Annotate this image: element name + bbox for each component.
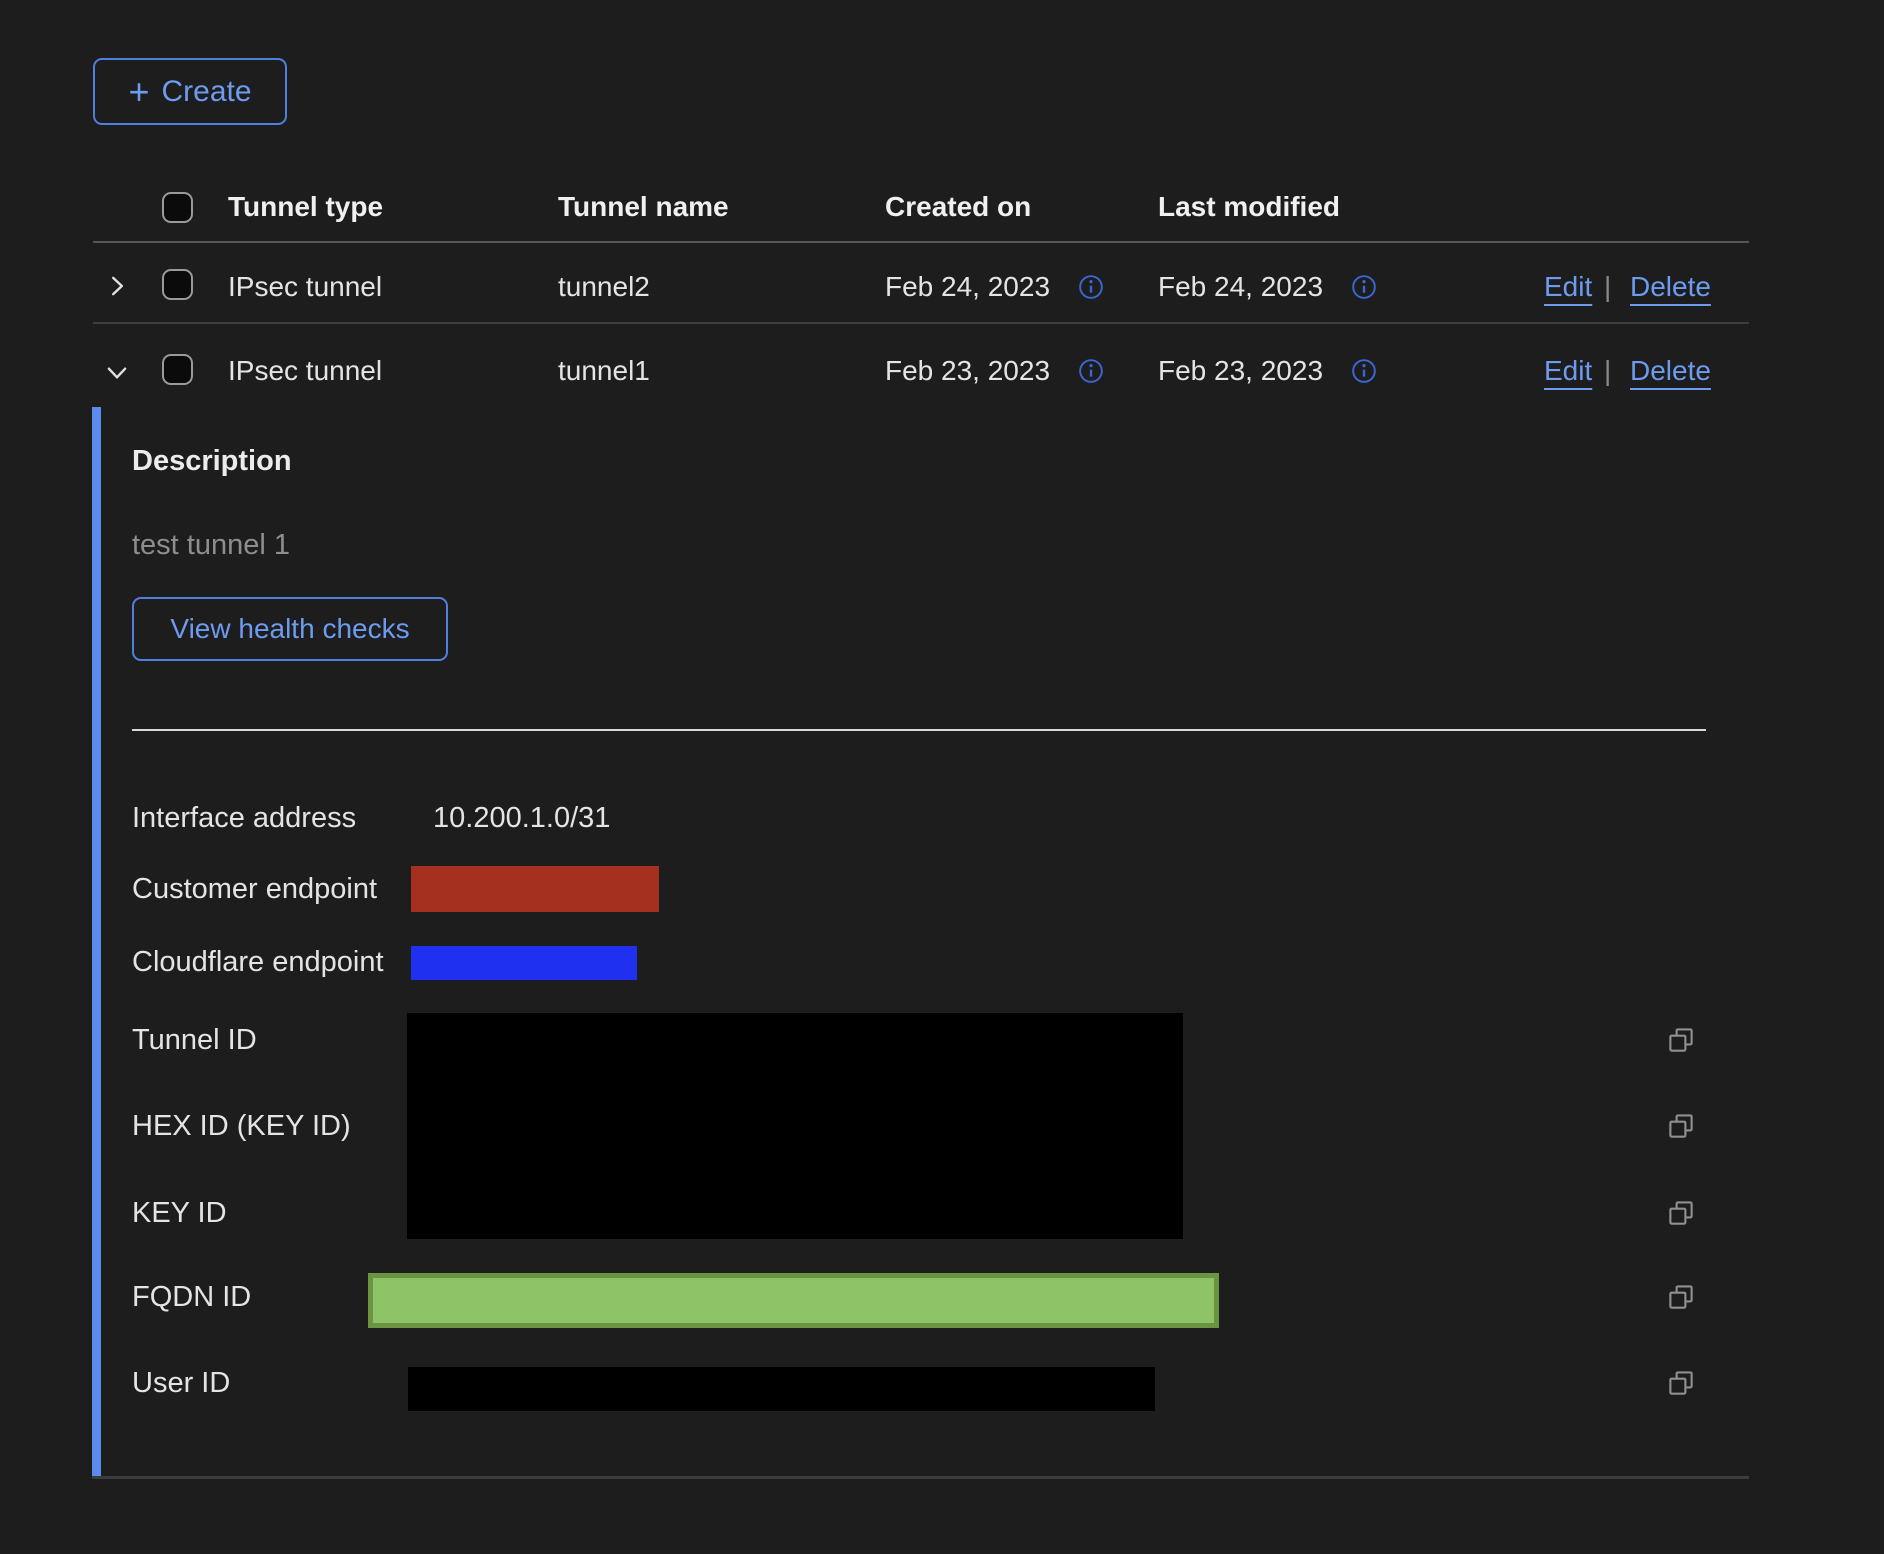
create-button[interactable]: + Create — [93, 58, 287, 125]
action-separator: | — [1604, 270, 1611, 304]
copy-icon[interactable] — [1666, 1198, 1696, 1233]
info-icon[interactable] — [1351, 274, 1377, 305]
details-divider — [132, 729, 1706, 731]
create-button-label: Create — [161, 75, 251, 109]
copy-icon[interactable] — [1666, 1282, 1696, 1317]
info-icon[interactable] — [1351, 358, 1377, 389]
tunnel-type-cell: IPsec tunnel — [228, 354, 382, 388]
created-on-cell: Feb 24, 2023 — [885, 270, 1050, 304]
fqdn-id-redacted-value — [368, 1273, 1219, 1328]
info-icon[interactable] — [1078, 358, 1104, 389]
fqdn-id-label: FQDN ID — [132, 1280, 251, 1314]
user-id-label: User ID — [132, 1366, 230, 1400]
column-header-last-modified: Last modified — [1158, 190, 1340, 224]
created-on-cell: Feb 23, 2023 — [885, 354, 1050, 388]
table-row: IPsec tunnel tunnel1 Feb 23, 2023 Feb 23… — [0, 324, 1884, 408]
view-health-checks-button[interactable]: View health checks — [132, 597, 448, 661]
tunnel-name-cell: tunnel1 — [558, 354, 650, 388]
tunnel-id-redacted-value — [407, 1013, 1183, 1239]
customer-endpoint-redacted-value — [411, 866, 659, 912]
cloudflare-endpoint-redacted-value — [411, 946, 637, 980]
delete-link[interactable]: Delete — [1630, 270, 1711, 304]
plus-icon: + — [128, 77, 149, 107]
chevron-right-icon[interactable] — [104, 273, 130, 304]
edit-link[interactable]: Edit — [1544, 270, 1592, 304]
user-id-redacted-value — [408, 1367, 1155, 1411]
description-value: test tunnel 1 — [132, 528, 290, 562]
table-row: IPsec tunnel tunnel2 Feb 24, 2023 Feb 24… — [0, 242, 1884, 323]
cloudflare-endpoint-label: Cloudflare endpoint — [132, 945, 384, 979]
interface-address-label: Interface address — [132, 801, 356, 835]
tunnel-name-cell: tunnel2 — [558, 270, 650, 304]
hex-id-label: HEX ID (KEY ID) — [132, 1109, 351, 1143]
customer-endpoint-label: Customer endpoint — [132, 872, 377, 906]
interface-address-value: 10.200.1.0/31 — [433, 801, 610, 835]
description-label: Description — [132, 444, 292, 478]
tunnel-type-cell: IPsec tunnel — [228, 270, 382, 304]
select-all-checkbox[interactable] — [162, 192, 193, 223]
row-checkbox[interactable] — [162, 269, 193, 300]
row-checkbox[interactable] — [162, 354, 193, 385]
ipsec-tunnels-page: + Create Tunnel type Tunnel name Created… — [0, 0, 1884, 1554]
copy-icon[interactable] — [1666, 1368, 1696, 1403]
delete-link[interactable]: Delete — [1630, 354, 1711, 388]
edit-link[interactable]: Edit — [1544, 354, 1592, 388]
tunnel-id-label: Tunnel ID — [132, 1023, 257, 1057]
column-header-tunnel-type: Tunnel type — [228, 190, 383, 224]
last-modified-cell: Feb 23, 2023 — [1158, 354, 1323, 388]
key-id-label: KEY ID — [132, 1196, 227, 1230]
action-separator: | — [1604, 354, 1611, 388]
column-header-created-on: Created on — [885, 190, 1031, 224]
copy-icon[interactable] — [1666, 1111, 1696, 1146]
last-modified-cell: Feb 24, 2023 — [1158, 270, 1323, 304]
expanded-row-indicator-bar — [92, 407, 101, 1477]
column-header-tunnel-name: Tunnel name — [558, 190, 729, 224]
info-icon[interactable] — [1078, 274, 1104, 305]
expanded-area-bottom-divider — [92, 1476, 1749, 1479]
copy-icon[interactable] — [1666, 1025, 1696, 1060]
chevron-down-icon[interactable] — [104, 360, 130, 391]
